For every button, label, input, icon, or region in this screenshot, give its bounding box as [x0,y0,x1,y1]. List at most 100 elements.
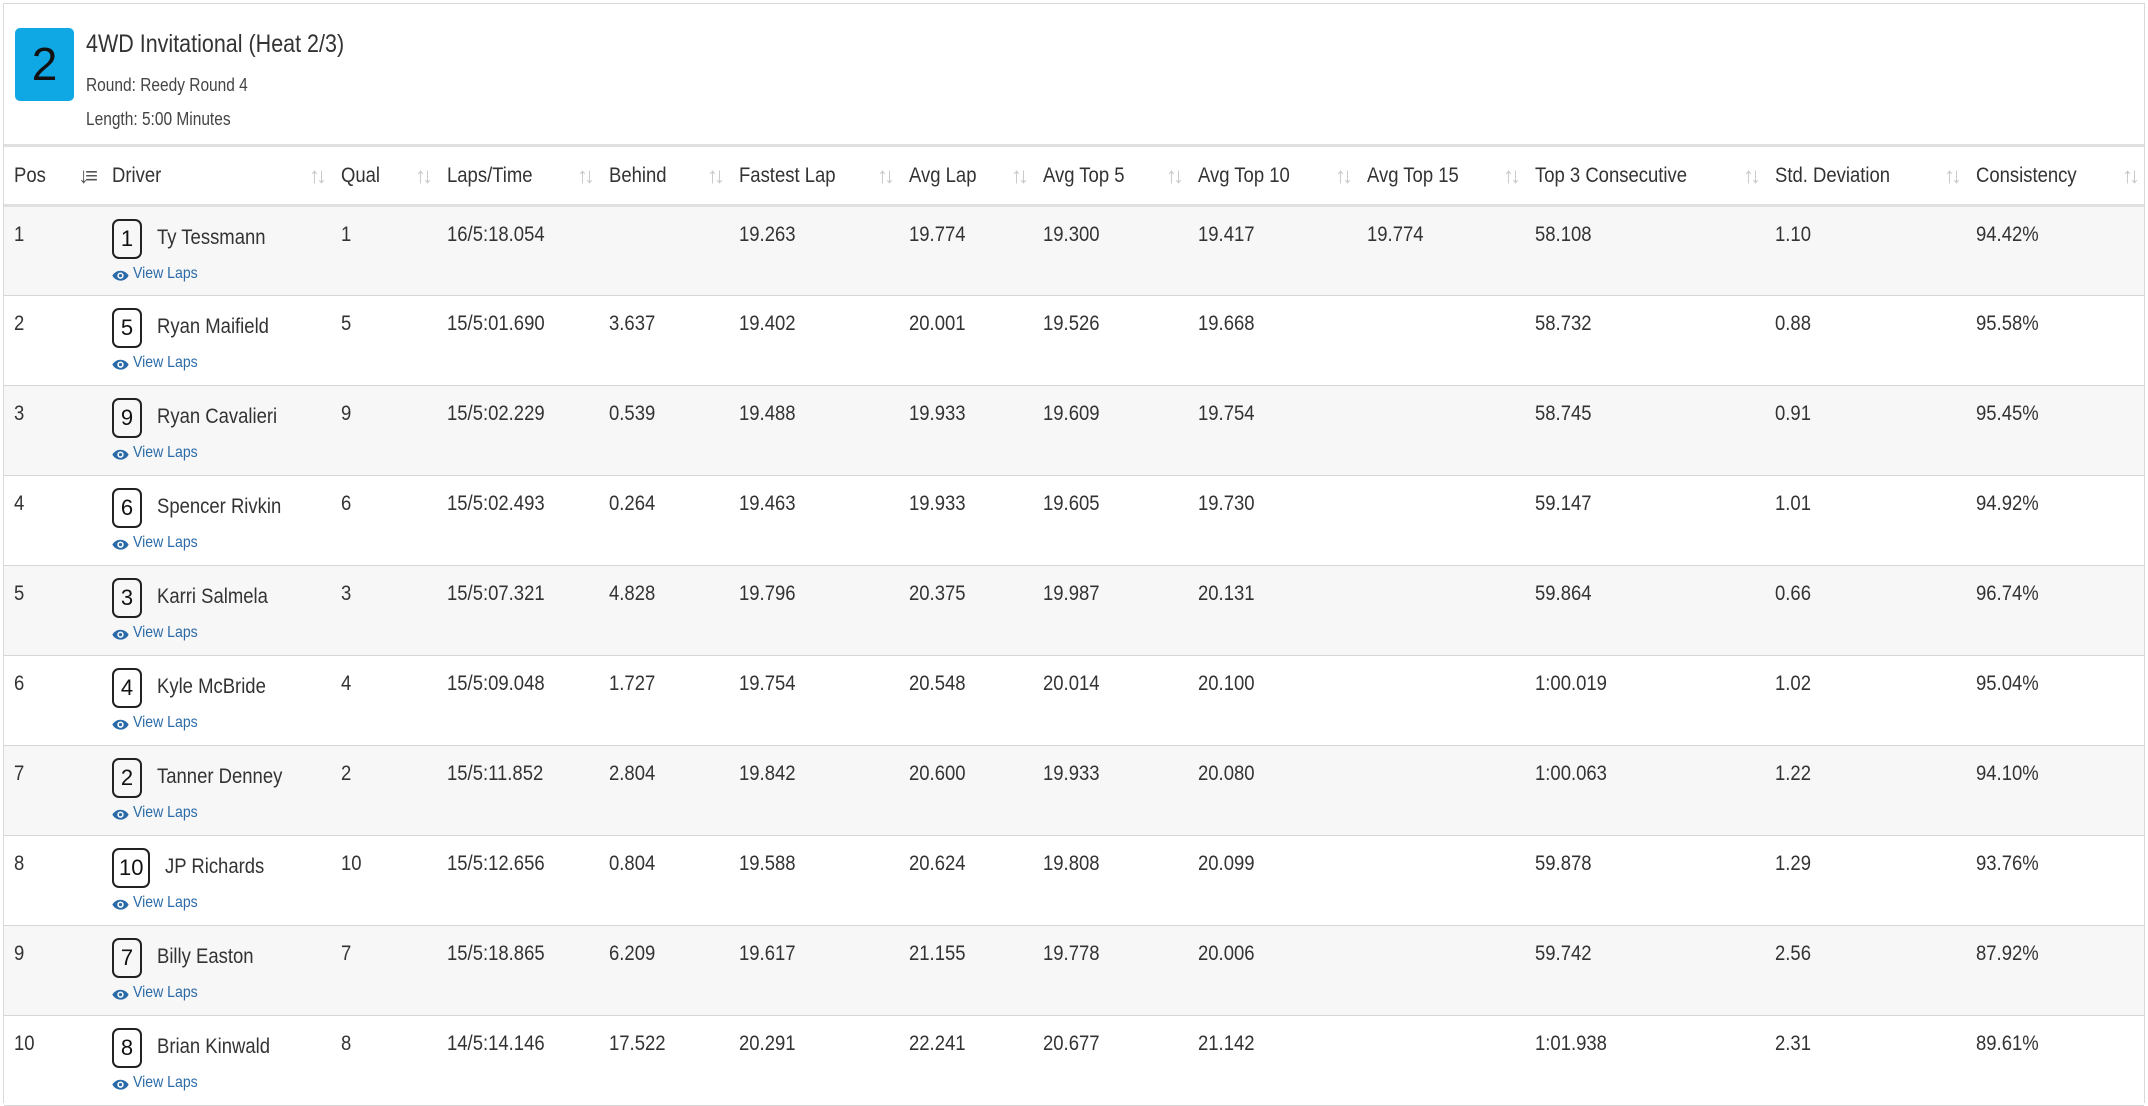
top-3-consecutive-value: 1:00.019 [1535,672,1607,695]
consistency-cell: 95.45% [1966,386,2144,476]
column-header-consistency[interactable]: Consistency ↑↓ [1966,146,2144,206]
qualifying-position-cell: 6 [331,476,437,566]
driver-name: Kyle McBride [157,675,266,698]
heat-title: 4WD Invitational (Heat 2/3) [86,30,345,58]
view-laps-link[interactable]: View Laps [112,354,331,372]
behind-value: 6.209 [609,942,656,965]
average-top-10-value: 21.142 [1198,1032,1255,1055]
average-top-10-value: 20.100 [1198,672,1255,695]
view-laps-link[interactable]: View Laps [112,804,331,822]
average-top-15-cell: 19.774 [1357,206,1525,296]
column-header-top-3-consecutive[interactable]: Top 3 Consecutive ↑↓ [1525,146,1765,206]
column-header-behind[interactable]: Behind ↑↓ [599,146,729,206]
sort-icon[interactable]: ↑↓ [1166,163,1184,189]
std-deviation-cell: 0.66 [1765,566,1966,656]
column-header-fastest-lap[interactable]: Fastest Lap ↑↓ [729,146,899,206]
column-header-avg-lap[interactable]: Avg Lap ↑↓ [899,146,1033,206]
average-top-15-value: 19.774 [1367,223,1424,246]
average-top-5-cell: 20.677 [1033,1016,1188,1106]
position-cell: 1 [4,206,102,296]
fastest-lap-cell: 19.842 [729,746,899,836]
std-deviation-cell: 1.02 [1765,656,1966,746]
sort-icon[interactable]: ↑↓ [309,163,327,189]
average-lap-cell: 19.774 [899,206,1033,296]
qualifying-position-value: 1 [341,223,352,246]
eye-icon [112,627,129,640]
eye-icon [112,537,129,550]
sort-icon[interactable]: ↑↓ [1335,163,1353,189]
sort-icon[interactable]: ↑↓ [577,163,595,189]
sort-icon[interactable]: ↑↓ [1011,163,1029,189]
consistency-cell: 89.61% [1966,1016,2144,1106]
view-laps-link[interactable]: View Laps [112,714,331,732]
column-header-avg-top-15[interactable]: Avg Top 15 ↑↓ [1357,146,1525,206]
qualifying-position-value: 9 [341,402,352,425]
consistency-value: 87.92% [1976,942,2039,965]
table-row: 4 6 Spencer Rivkin View Laps 6 15/5:02.493 0.2… [4,475,2144,566]
fastest-lap-value: 19.842 [739,762,796,785]
average-lap-value: 21.155 [909,942,966,965]
view-laps-link[interactable]: View Laps [112,265,331,283]
consistency-cell: 94.92% [1966,476,2144,566]
consistency-value: 93.76% [1976,852,2039,875]
sort-icon[interactable]: ↑↓ [877,163,895,189]
view-laps-link[interactable]: View Laps [112,984,331,1002]
eye-icon [112,807,129,820]
top-3-consecutive-value: 58.745 [1535,402,1592,425]
view-laps-link[interactable]: View Laps [112,624,331,642]
fastest-lap-value: 19.754 [739,672,796,695]
consistency-value: 95.04% [1976,672,2039,695]
top-3-consecutive-cell: 59.864 [1525,566,1765,656]
column-header-driver[interactable]: Driver ↑↓ [102,146,331,206]
std-deviation-cell: 1.10 [1765,206,1966,296]
average-lap-cell: 22.241 [899,1016,1033,1106]
view-laps-link[interactable]: View Laps [112,444,331,462]
top-3-consecutive-value: 1:01.938 [1535,1032,1607,1055]
average-top-15-cell [1357,746,1525,836]
average-top-5-value: 19.605 [1043,492,1100,515]
top-3-consecutive-cell: 58.732 [1525,296,1765,386]
view-laps-label: View Laps [133,804,198,821]
column-header-avg-top-10[interactable]: Avg Top 10 ↑↓ [1188,146,1357,206]
behind-cell: 0.804 [599,836,729,926]
sort-icon[interactable]: ↑↓ [1944,163,1962,189]
sort-icon[interactable]: ↑↓ [707,163,725,189]
view-laps-link[interactable]: View Laps [112,894,331,912]
sort-icon[interactable]: ↑↓ [1743,163,1761,189]
position-value: 1 [14,223,25,246]
average-top-15-cell [1357,476,1525,566]
average-top-15-cell [1357,566,1525,656]
car-number-badge: 10 [112,848,151,888]
average-top-10-cell: 21.142 [1188,1016,1357,1106]
driver-cell: 6 Spencer Rivkin View Laps [102,476,331,566]
eye-icon [112,897,129,910]
view-laps-label: View Laps [133,624,198,641]
heat-length: Length: 5:00 Minutes [86,109,231,129]
laps-time-cell: 15/5:11.852 [437,746,599,836]
sort-icon[interactable]: ↑↓ [1503,163,1521,189]
position-cell: 8 [4,836,102,926]
position-value: 5 [14,582,25,605]
column-header-pos[interactable]: Pos ↓≡ [4,146,102,206]
fastest-lap-value: 20.291 [739,1032,796,1055]
laps-time-cell: 14/5:14.146 [437,1016,599,1106]
driver-name: Tanner Denney [157,765,283,788]
column-header-laps-time[interactable]: Laps/Time ↑↓ [437,146,599,206]
driver-cell: 5 Ryan Maifield View Laps [102,296,331,386]
sort-icon[interactable]: ↑↓ [415,163,433,189]
view-laps-link[interactable]: View Laps [112,1074,331,1092]
position-value: 3 [14,402,25,425]
top-3-consecutive-value: 1:00.063 [1535,762,1607,785]
column-header-std-deviation[interactable]: Std. Deviation ↑↓ [1765,146,1966,206]
top-3-consecutive-value: 59.864 [1535,582,1592,605]
column-header-qual[interactable]: Qual ↑↓ [331,146,437,206]
sort-descending-icon[interactable]: ↓≡ [78,163,98,189]
sort-icon[interactable]: ↑↓ [2122,163,2140,189]
car-number-badge: 1 [112,219,142,259]
heat-round: Round: Reedy Round 4 [86,75,248,95]
column-header-avg-top-5[interactable]: Avg Top 5 ↑↓ [1033,146,1188,206]
laps-time-cell: 16/5:18.054 [437,206,599,296]
view-laps-link[interactable]: View Laps [112,534,331,552]
behind-cell: 2.804 [599,746,729,836]
average-top-10-value: 19.668 [1198,312,1255,335]
